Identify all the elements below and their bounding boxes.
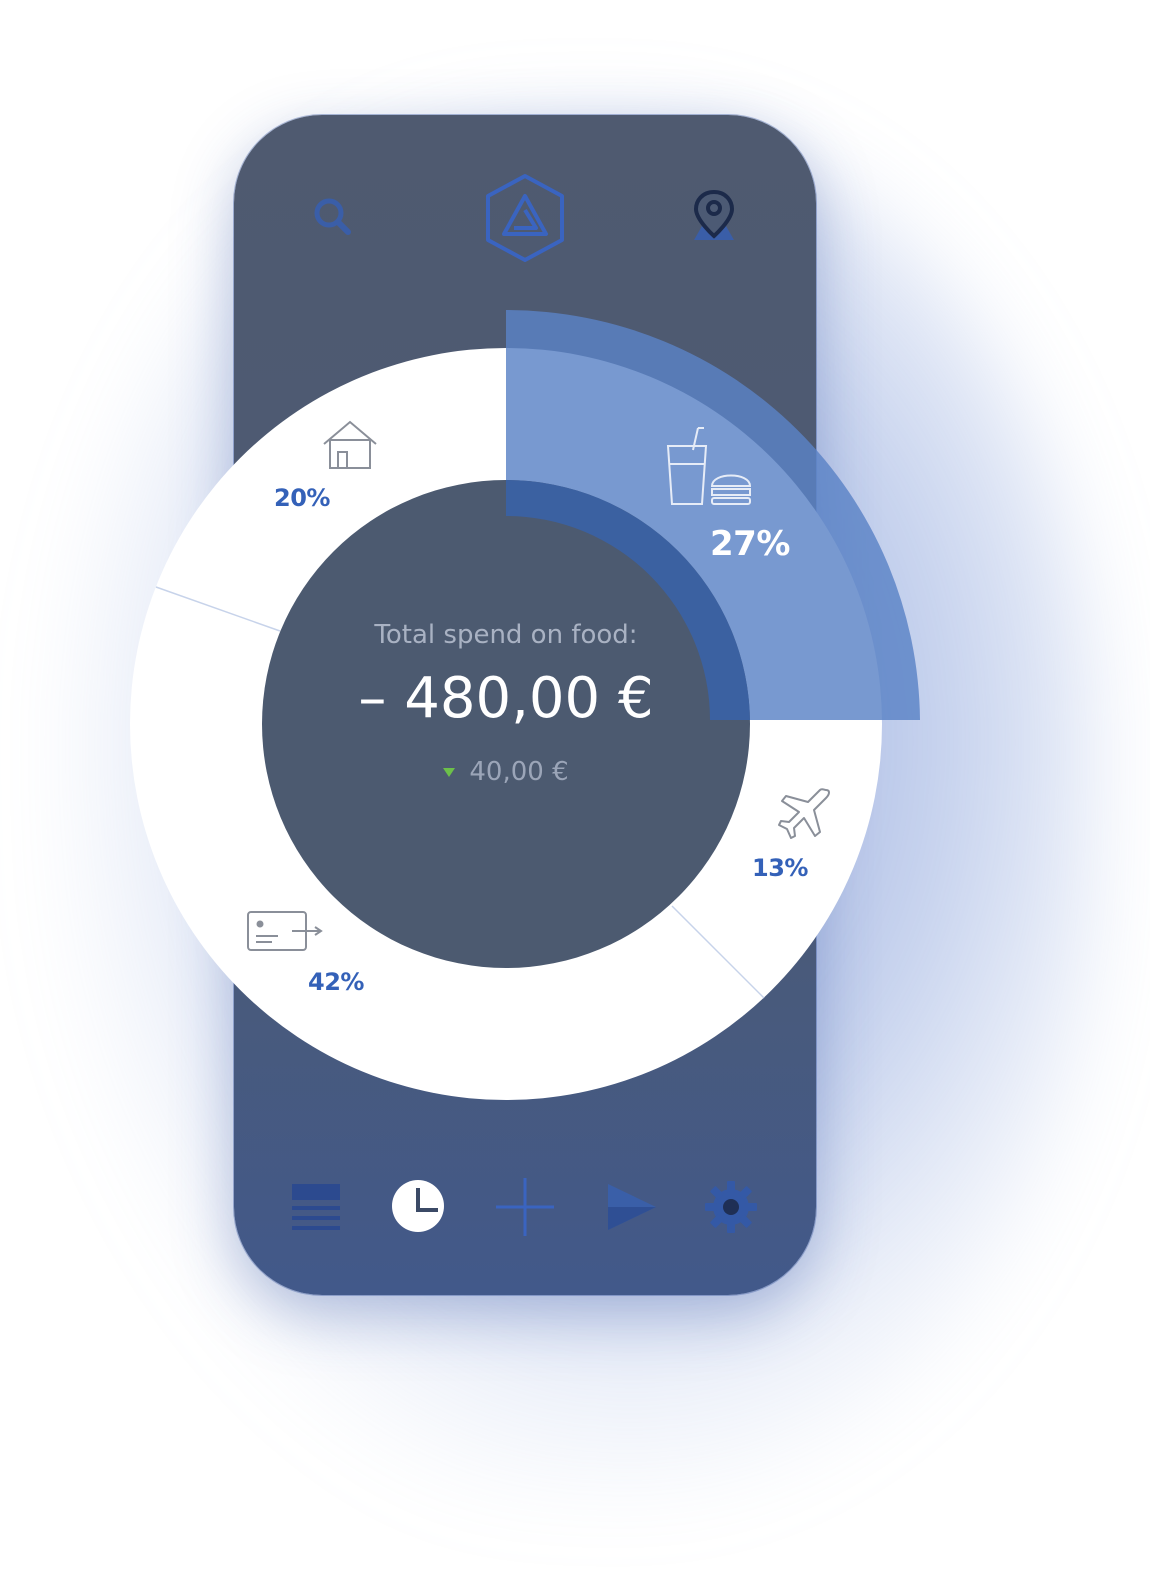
plus-icon[interactable] <box>494 1176 556 1238</box>
summary-delta-value: 40,00 € <box>469 757 569 787</box>
summary-delta: 40,00 € <box>262 757 750 787</box>
summary-panel: Total spend on food: – 480,00 € 40,00 € <box>262 620 750 787</box>
stage: 20% 27% 13% 42% Total spend on food: – 4… <box>0 0 1150 1596</box>
spending-donut-chart <box>130 310 920 1100</box>
airplane-icon <box>776 786 834 840</box>
segment-label-travel: 13% <box>752 854 808 882</box>
food-drink-icon <box>662 424 756 510</box>
list-icon[interactable] <box>290 1180 344 1234</box>
segment-label-house: 20% <box>274 484 330 512</box>
pie-chart-icon[interactable] <box>390 1178 446 1234</box>
house-icon <box>320 418 380 472</box>
settings-icon[interactable] <box>702 1178 760 1236</box>
send-icon[interactable] <box>604 1180 660 1234</box>
segment-label-food: 27% <box>710 524 790 564</box>
segment-label-transfers: 42% <box>308 968 364 996</box>
trend-down-icon <box>443 767 456 777</box>
card-transfer-icon <box>244 906 328 956</box>
summary-amount: – 480,00 € <box>358 666 654 731</box>
summary-label: Total spend on food: <box>374 620 638 650</box>
